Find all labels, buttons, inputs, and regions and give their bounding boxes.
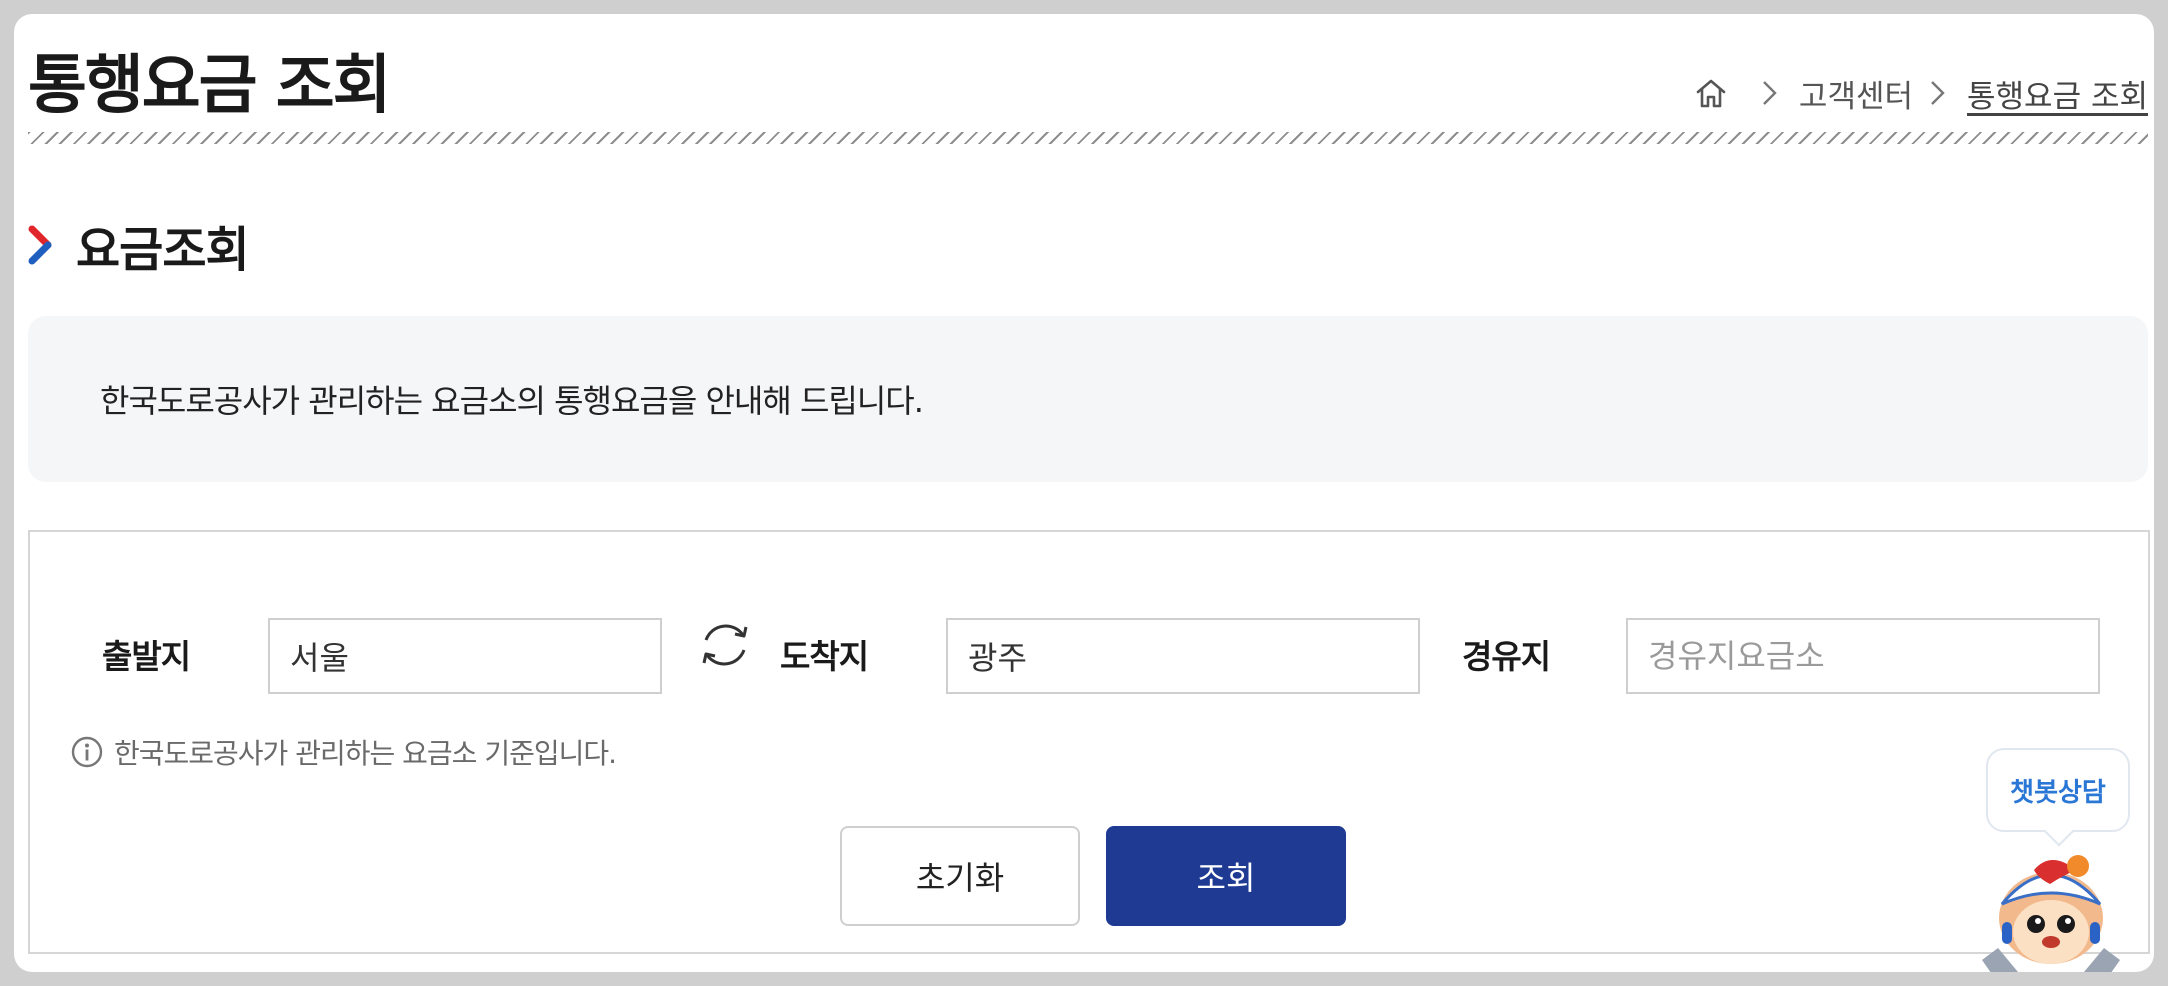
chatbot-label: 챗봇상담 — [2010, 777, 2106, 808]
origin-label: 출발지 — [102, 637, 191, 676]
breadcrumb: 고객센터 통행요금 조회 — [1693, 68, 2148, 118]
home-icon[interactable] — [1693, 75, 1729, 111]
breadcrumb-item-toll-inquiry[interactable]: 통행요금 조회 — [1967, 71, 2148, 116]
via-label: 경유지 — [1462, 637, 1551, 676]
destination-label: 도착지 — [780, 637, 869, 676]
hatched-divider — [28, 132, 2148, 144]
destination-input[interactable] — [946, 618, 1420, 694]
notice-text: 한국도로공사가 관리하는 요금소 기준입니다. — [114, 737, 617, 770]
section-title: 요금조회 — [76, 222, 250, 278]
via-input[interactable] — [1626, 618, 2100, 694]
chevron-accent-icon — [28, 225, 52, 265]
chatbot-mascot-icon[interactable] — [1976, 848, 2126, 972]
search-form: 출발지 도착지 경유지 한국도로공사가 관리하는 요금소 기준입니다. 초기화 … — [28, 530, 2150, 954]
section-header: 요금조회 — [28, 210, 250, 280]
info-text: 한국도로공사가 관리하는 요금소의 통행요금을 안내해 드립니다. — [100, 382, 924, 420]
page-frame: 통행요금 조회 고객센터 통행요금 조회 요금조회 한국도로공사가 관리하는 요… — [14, 14, 2154, 972]
chevron-right-icon — [1759, 77, 1781, 109]
info-icon — [71, 736, 103, 768]
notice: 한국도로공사가 관리하는 요금소 기준입니다. — [70, 732, 617, 772]
chevron-right-icon — [1927, 77, 1949, 109]
search-button[interactable]: 조회 — [1106, 826, 1346, 926]
swap-icon[interactable] — [696, 616, 754, 674]
info-box: 한국도로공사가 관리하는 요금소의 통행요금을 안내해 드립니다. — [28, 316, 2148, 482]
breadcrumb-item-customer-center[interactable]: 고객센터 — [1799, 71, 1913, 116]
page-title: 통행요금 조회 — [28, 49, 392, 123]
reset-button[interactable]: 초기화 — [840, 826, 1080, 926]
origin-input[interactable] — [268, 618, 662, 694]
chatbot-button[interactable]: 챗봇상담 — [1986, 748, 2130, 832]
